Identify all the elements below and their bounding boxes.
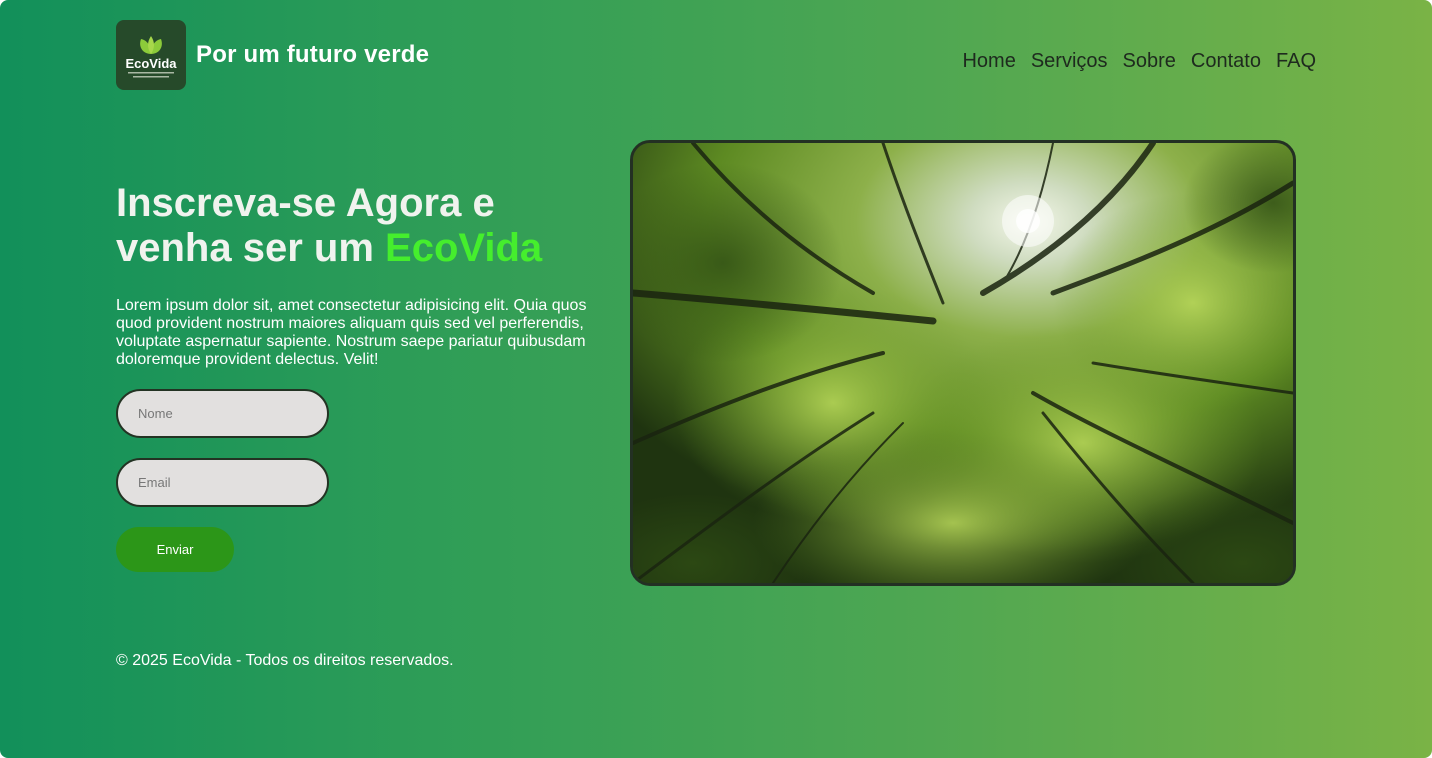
- nav-contato[interactable]: Contato: [1191, 50, 1261, 73]
- hero-description: Lorem ipsum dolor sit, amet consectetur …: [116, 297, 587, 368]
- headline-line-1: Inscreva-se Agora e: [116, 181, 495, 225]
- page: EcoVida Por um futuro verde Home Serviço…: [0, 0, 1432, 758]
- forest-canopy-photo: [633, 143, 1293, 583]
- submit-button[interactable]: Enviar: [116, 527, 234, 572]
- nav-sobre[interactable]: Sobre: [1123, 50, 1176, 73]
- nav-home[interactable]: Home: [962, 50, 1015, 73]
- forest-canopy-image: [630, 140, 1296, 586]
- leaf-icon: EcoVida: [125, 36, 177, 78]
- email-input[interactable]: [116, 458, 329, 507]
- hero-headline: Inscreva-se Agora e venha ser um EcoVida: [116, 181, 596, 271]
- logo-wordmark: EcoVida: [125, 56, 177, 71]
- name-input[interactable]: [116, 389, 329, 438]
- nav-servicos[interactable]: Serviços: [1031, 50, 1108, 73]
- main-nav: Home Serviços Sobre Contato FAQ: [962, 50, 1316, 73]
- ecovida-logo[interactable]: EcoVida: [116, 20, 186, 90]
- headline-line-2-prefix: venha ser um: [116, 226, 386, 270]
- headline-brand: EcoVida: [385, 226, 543, 270]
- footer-copyright: © 2025 EcoVida - Todos os direitos reser…: [116, 652, 454, 669]
- site-tagline: Por um futuro verde: [196, 41, 430, 68]
- nav-faq[interactable]: FAQ: [1276, 50, 1316, 73]
